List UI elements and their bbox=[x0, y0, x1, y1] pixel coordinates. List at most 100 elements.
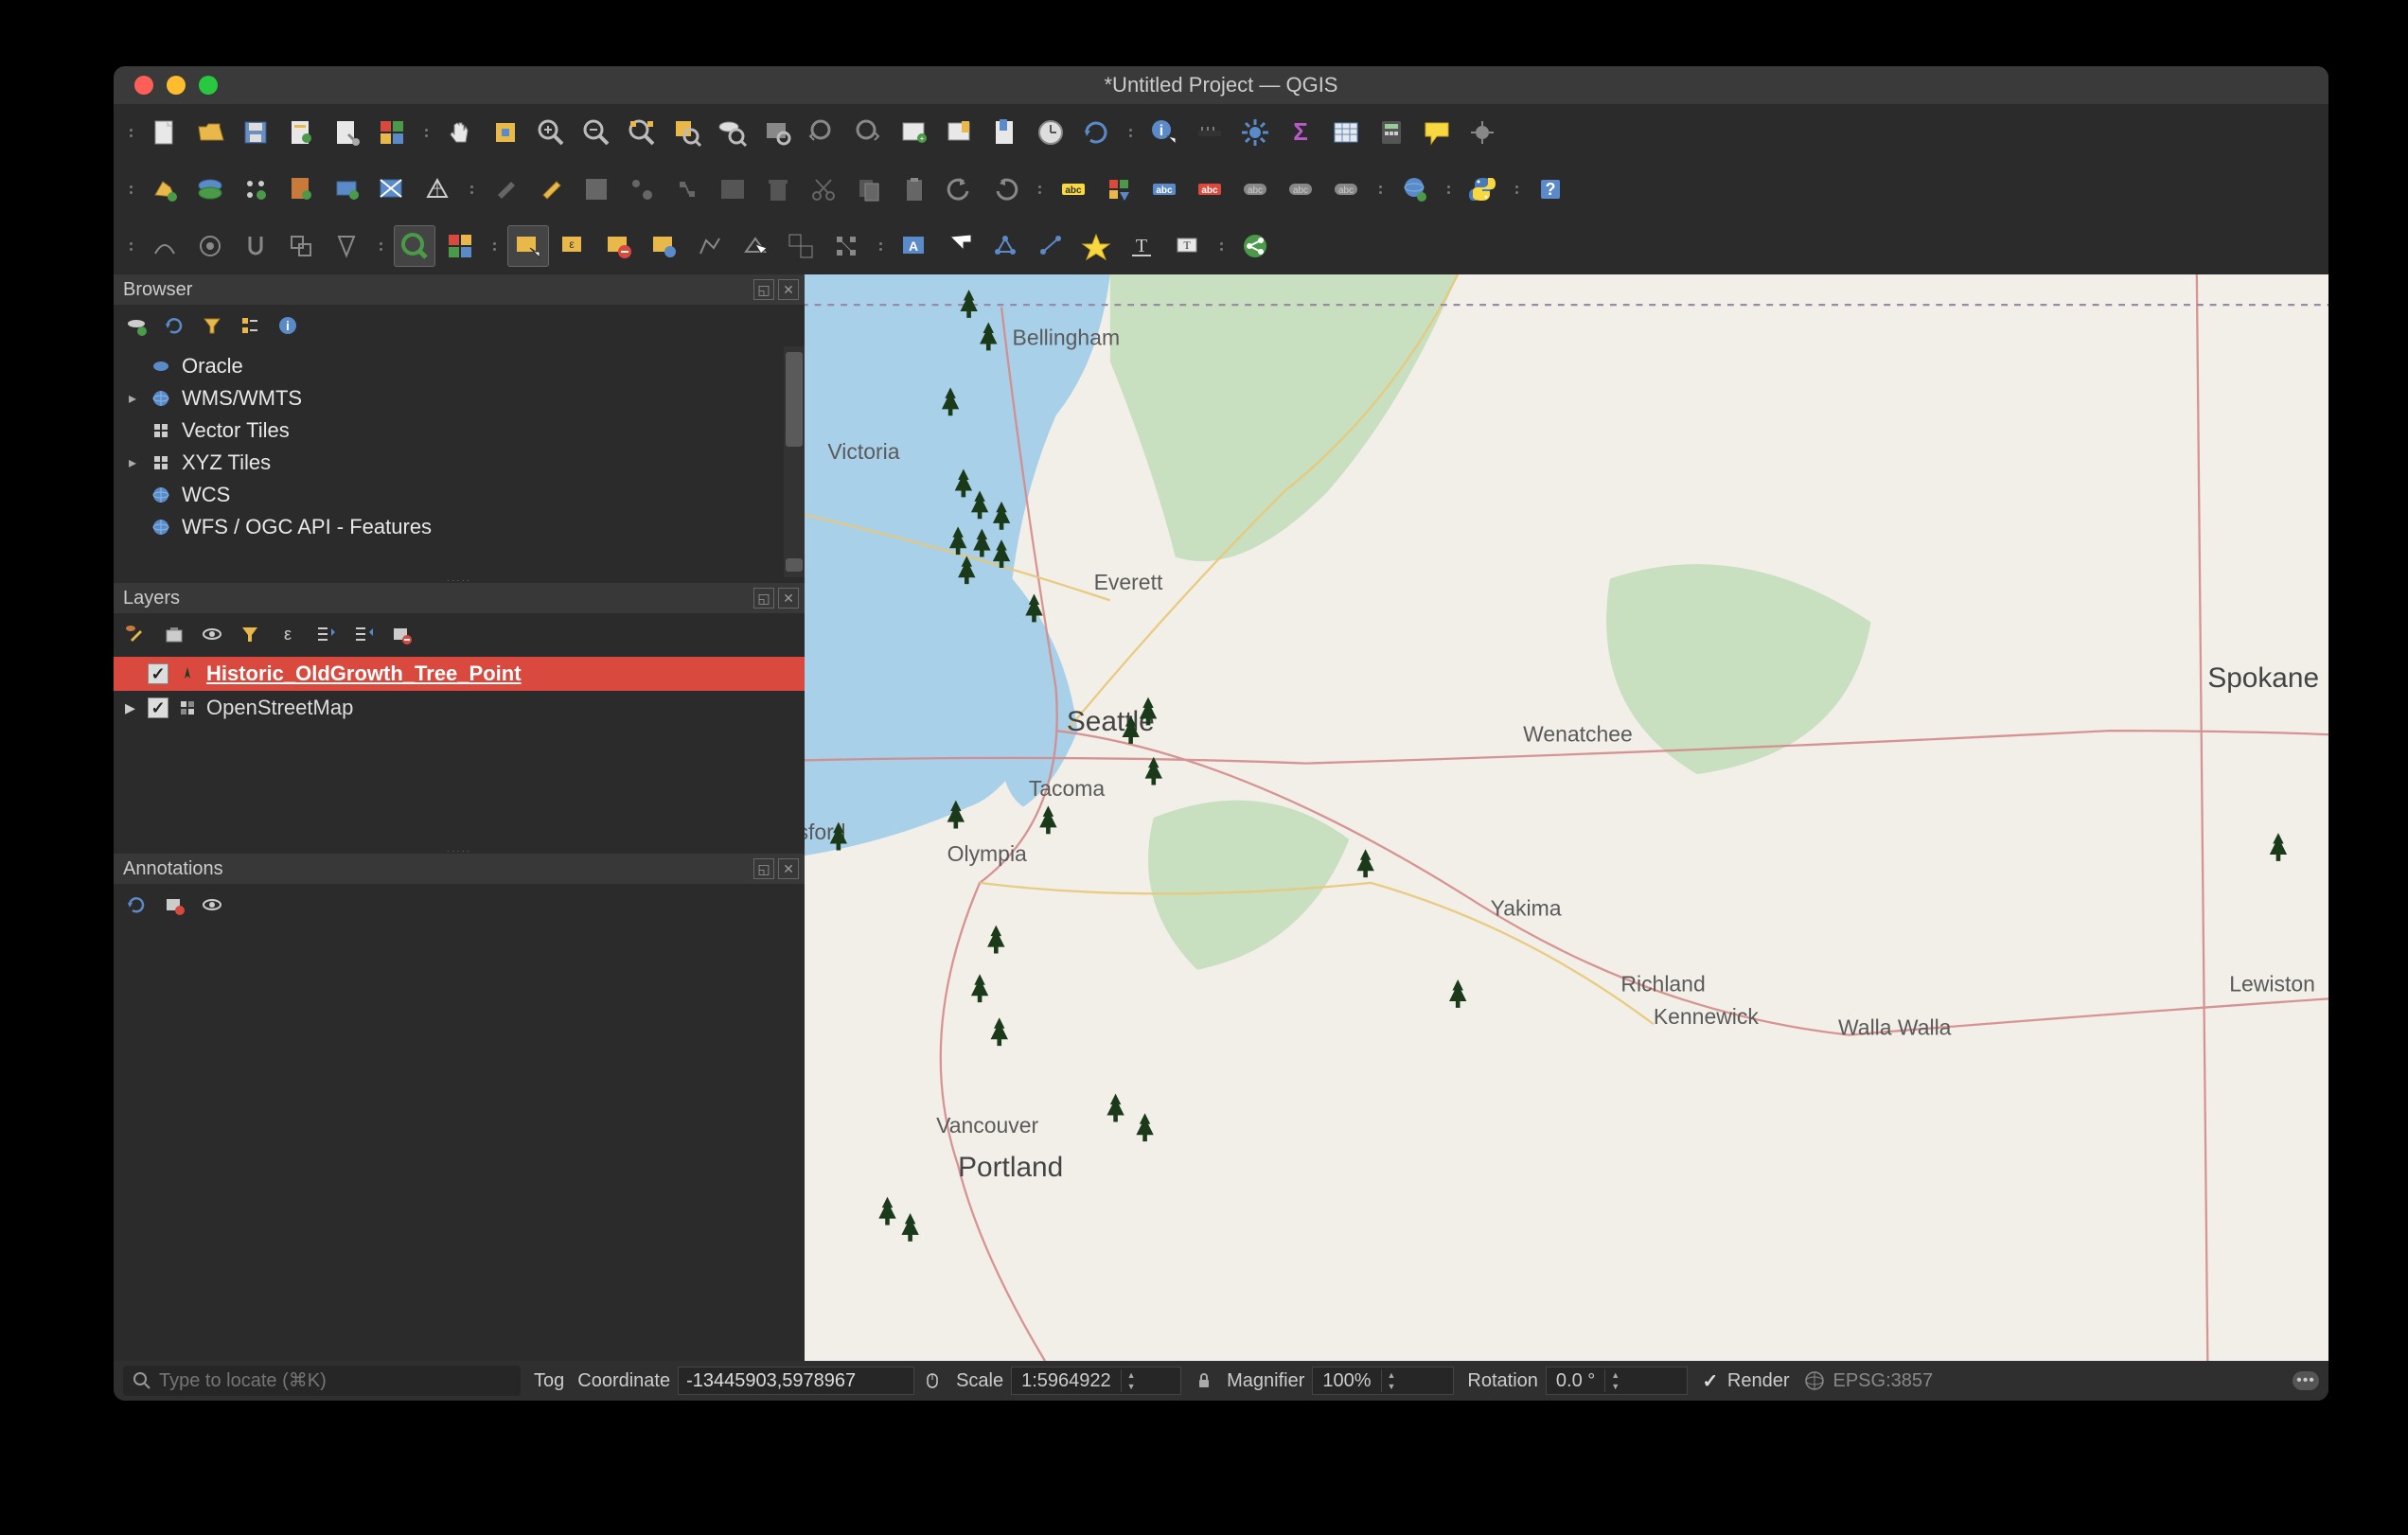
no-action-button[interactable] bbox=[1461, 112, 1503, 153]
zoom-in-button[interactable] bbox=[530, 112, 572, 153]
copy-features-button[interactable] bbox=[848, 168, 890, 210]
save-project-button[interactable] bbox=[235, 112, 276, 153]
properties-icon[interactable]: i bbox=[274, 312, 301, 339]
show-bookmarks-button[interactable] bbox=[984, 112, 1026, 153]
map-tips-button[interactable] bbox=[1416, 112, 1458, 153]
close-panel-button[interactable]: ✕ bbox=[778, 279, 799, 300]
select-by-value-button[interactable]: ε bbox=[553, 225, 594, 267]
digitize-curve-button[interactable] bbox=[144, 225, 186, 267]
filter-icon[interactable] bbox=[199, 312, 225, 339]
line-annotation-button[interactable] bbox=[1030, 225, 1071, 267]
coordinate-input[interactable]: -13445903,5978967 bbox=[678, 1367, 914, 1395]
statistics-button[interactable]: Σ bbox=[1280, 112, 1321, 153]
toggle-editing-button[interactable] bbox=[530, 168, 572, 210]
dock-button[interactable]: ◱ bbox=[753, 858, 774, 879]
add-feature-button[interactable] bbox=[621, 168, 663, 210]
label-toolbar-abc-button[interactable]: abc bbox=[1053, 168, 1094, 210]
open-project-button[interactable] bbox=[189, 112, 231, 153]
layer-row[interactable]: ▸✓OpenStreetMap bbox=[114, 691, 805, 725]
zoom-to-layer-button[interactable] bbox=[712, 112, 753, 153]
new-mesh-layer-button[interactable] bbox=[416, 168, 458, 210]
toolbar-grip[interactable] bbox=[1217, 227, 1225, 265]
delete-annotation-icon[interactable] bbox=[161, 891, 187, 918]
toolbox-button[interactable] bbox=[1234, 112, 1276, 153]
browser-scrollbar[interactable] bbox=[784, 346, 805, 577]
new-spatial-bookmark-button[interactable] bbox=[939, 112, 981, 153]
toolbar-grip[interactable] bbox=[1376, 170, 1384, 208]
browser-item[interactable]: WFS / OGC API - Features bbox=[114, 511, 805, 543]
browser-tree[interactable]: Oracle▸WMS/WMTSVector Tiles▸XYZ TilesWCS… bbox=[114, 346, 805, 577]
node-tool-button[interactable] bbox=[825, 225, 867, 267]
toggle-extents-button[interactable]: Tog bbox=[534, 1370, 564, 1392]
undo-button[interactable] bbox=[939, 168, 981, 210]
text-annotation-button[interactable]: A bbox=[894, 225, 935, 267]
topological-editing-button[interactable] bbox=[280, 225, 322, 267]
new-print-layout-button[interactable] bbox=[280, 112, 322, 153]
toolbar-grip[interactable] bbox=[1036, 170, 1043, 208]
html-annotation-button[interactable]: T bbox=[1121, 225, 1162, 267]
merge-button[interactable] bbox=[780, 225, 822, 267]
polygon-annotation-button[interactable] bbox=[984, 225, 1026, 267]
measure-button[interactable] bbox=[1189, 112, 1231, 153]
pan-button[interactable] bbox=[439, 112, 481, 153]
mouse-icon[interactable] bbox=[922, 1370, 943, 1391]
select-features-button[interactable] bbox=[394, 225, 435, 267]
toolbar-grip[interactable] bbox=[1444, 170, 1452, 208]
remove-layer-icon[interactable] bbox=[388, 621, 415, 647]
toolbar-grip[interactable] bbox=[127, 170, 134, 208]
show-hide-labels-button[interactable]: abc bbox=[1234, 168, 1276, 210]
pin-labels-button[interactable]: abc bbox=[1189, 168, 1231, 210]
enable-tracing-button[interactable] bbox=[189, 225, 231, 267]
layout-manager-button[interactable] bbox=[326, 112, 367, 153]
layers-tree[interactable]: ✓Historic_OldGrowth_Tree_Point▸✓OpenStre… bbox=[114, 655, 805, 727]
attribute-table-button[interactable] bbox=[1325, 112, 1367, 153]
dock-button[interactable]: ◱ bbox=[753, 279, 774, 300]
identify-button[interactable]: i bbox=[1143, 112, 1185, 153]
rotate-label-button[interactable]: abc bbox=[1325, 168, 1367, 210]
form-annotation-button[interactable] bbox=[939, 225, 981, 267]
browser-item[interactable]: ▸WMS/WMTS bbox=[114, 382, 805, 415]
browser-item[interactable]: Oracle bbox=[114, 350, 805, 382]
add-group-icon[interactable] bbox=[161, 621, 187, 647]
add-layer-icon[interactable] bbox=[123, 312, 150, 339]
select-all-button[interactable] bbox=[644, 225, 685, 267]
map-canvas[interactable]: BellinghamVictoriaEverettSeattleWenatche… bbox=[805, 274, 2328, 1361]
add-wms-layer-button[interactable] bbox=[1393, 168, 1435, 210]
filter-by-expression-icon[interactable]: ε bbox=[274, 621, 301, 647]
layer-visibility-checkbox[interactable]: ✓ bbox=[148, 697, 168, 718]
temporal-controller-button[interactable] bbox=[1030, 112, 1071, 153]
new-memory-layer-button[interactable] bbox=[326, 168, 367, 210]
select-by-rectangle-button[interactable] bbox=[507, 225, 549, 267]
locator-bar[interactable] bbox=[123, 1366, 521, 1396]
redo-button[interactable] bbox=[984, 168, 1026, 210]
highlight-label-button[interactable]: abc bbox=[1143, 168, 1185, 210]
messages-button[interactable]: ••• bbox=[2293, 1371, 2319, 1390]
minimize-button[interactable] bbox=[167, 76, 186, 95]
collapse-all-icon[interactable] bbox=[237, 312, 263, 339]
toolbar-grip[interactable] bbox=[876, 227, 884, 265]
locator-input[interactable] bbox=[159, 1370, 511, 1392]
avoid-intersections-button[interactable] bbox=[326, 225, 367, 267]
add-vector-layer-button[interactable] bbox=[144, 168, 186, 210]
magnifier-input[interactable]: 100%▲▼ bbox=[1312, 1367, 1454, 1395]
move-label-button[interactable]: abc bbox=[1280, 168, 1321, 210]
refresh-button[interactable] bbox=[1075, 112, 1117, 153]
layer-visibility-checkbox[interactable]: ✓ bbox=[148, 663, 168, 684]
help-button[interactable]: ? bbox=[1530, 168, 1571, 210]
zoom-full-button[interactable] bbox=[621, 112, 663, 153]
toolbar-grip[interactable] bbox=[490, 227, 498, 265]
close-button[interactable] bbox=[134, 76, 153, 95]
refresh-icon[interactable] bbox=[123, 891, 150, 918]
toolbar-grip[interactable] bbox=[127, 227, 134, 265]
split-button[interactable] bbox=[735, 225, 776, 267]
toolbar-grip[interactable] bbox=[468, 170, 475, 208]
expand-icon[interactable]: ▸ bbox=[125, 696, 138, 720]
snapping-button[interactable] bbox=[235, 225, 276, 267]
render-checkbox[interactable]: ✓ Render bbox=[1701, 1370, 1790, 1392]
new-shapefile-layer-button[interactable] bbox=[235, 168, 276, 210]
toolbar-grip[interactable] bbox=[377, 227, 384, 265]
toolbar-grip[interactable] bbox=[422, 114, 430, 151]
collapse-all-icon[interactable] bbox=[350, 621, 377, 647]
manage-visibility-icon[interactable] bbox=[199, 621, 225, 647]
new-geopackage-layer-button[interactable] bbox=[280, 168, 322, 210]
